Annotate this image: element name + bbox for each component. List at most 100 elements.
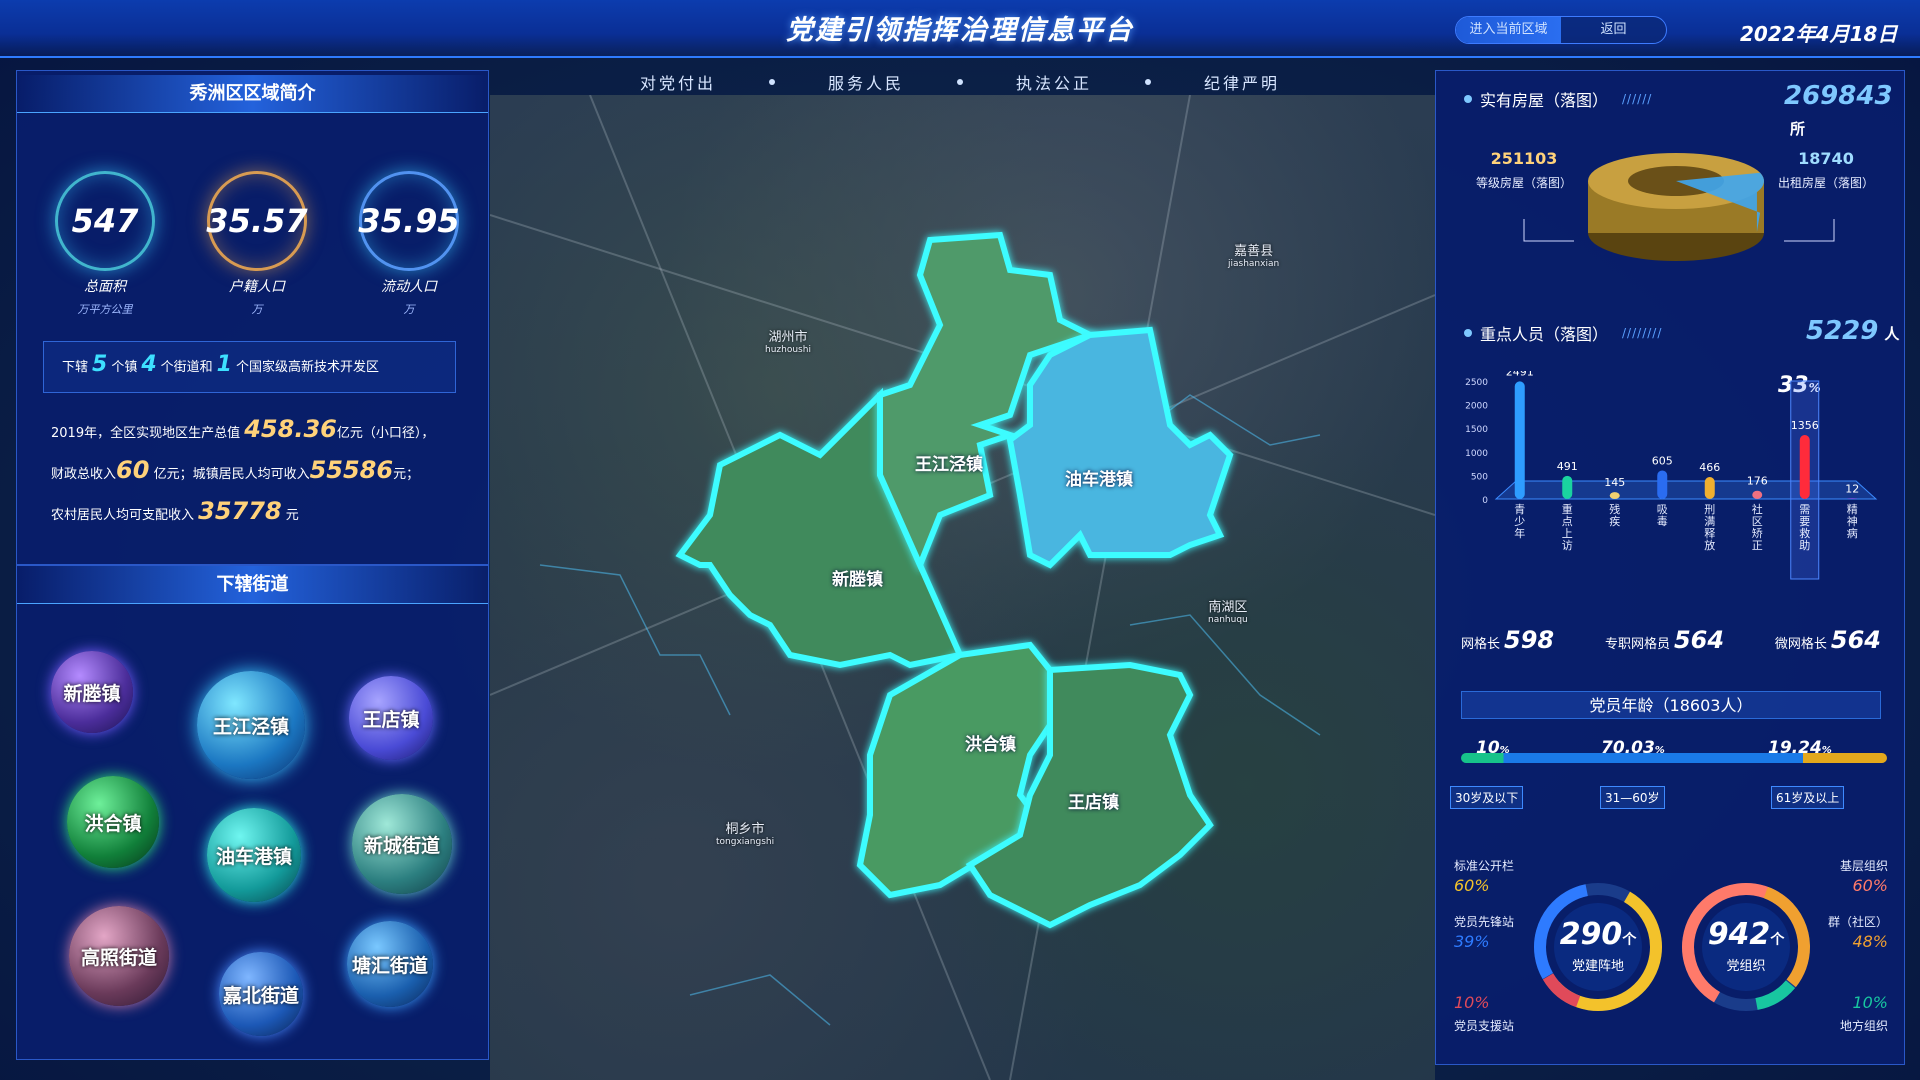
street-tanghui[interactable]: 塘汇街道: [347, 921, 433, 1007]
x-tick-label: 正: [1752, 539, 1763, 552]
grid-leader-stat: 网格长 598: [1461, 626, 1554, 654]
leader-line: [1523, 219, 1574, 242]
floating-ring: 35.95: [358, 171, 460, 271]
bar-5: [1752, 490, 1763, 499]
donut2-pct-1: 60%: [1852, 876, 1888, 895]
area-value: 547: [71, 202, 139, 240]
donut1-number: 290: [1559, 917, 1623, 952]
household-value: 35.57: [206, 202, 308, 240]
x-tick-label: 病: [1847, 526, 1858, 540]
street-jiabei[interactable]: 嘉北街道: [219, 952, 303, 1036]
donut1-pct-3: 10%: [1454, 993, 1490, 1012]
street-youchegang[interactable]: 油车港镇: [207, 808, 301, 902]
slogan-3: 执法公正: [1015, 74, 1092, 93]
bar-value-label: 605: [1652, 454, 1673, 467]
back-button[interactable]: 返回: [1561, 17, 1666, 43]
donut2-number: 942: [1707, 917, 1771, 952]
age-tag-old: 61岁及以上: [1771, 786, 1845, 809]
x-tick-label: 疾: [1609, 514, 1620, 528]
street-wangdian[interactable]: 王店镇: [349, 676, 433, 760]
street-xinteng[interactable]: 新塍镇: [51, 651, 133, 733]
keypeople-unit: 人: [1884, 325, 1900, 343]
keypeople-section-title: 重点人员（落图） ////////: [1464, 321, 1662, 345]
keypeople-title: 重点人员（落图）: [1480, 325, 1609, 344]
slogan-dot: [1144, 79, 1151, 85]
age-distribution-bar: [1461, 753, 1887, 763]
leader-line: [1784, 219, 1835, 242]
revenue-value: 60: [116, 456, 150, 484]
zone-count: 1: [216, 352, 232, 377]
donut1-value: 290个: [1538, 917, 1658, 952]
street-gaozhao[interactable]: 高照街道: [69, 906, 169, 1006]
admin-summary: 下辖 5 个镇 4 个街道和 1 个国家级高新技术开发区: [43, 341, 456, 393]
y-tick-label: 1500: [1465, 425, 1488, 435]
slogan-dot: [956, 79, 963, 85]
housing-total-value: 269843: [1784, 81, 1893, 111]
econ-text: 亿元（小口径），: [336, 426, 435, 441]
housing-unit: 所: [1790, 120, 1806, 138]
micro-grid-label: 微网格长: [1774, 637, 1827, 652]
street-xincheng[interactable]: 新城街道: [352, 794, 452, 894]
rental-housing-value: 18740: [1798, 149, 1854, 168]
bullet-icon: [1464, 329, 1472, 337]
map-label-wangjiangjing[interactable]: 王江泾镇: [915, 450, 983, 475]
bar-value-label: 1356: [1791, 419, 1819, 432]
donut2-unit: 个: [1770, 932, 1785, 948]
floating-label: 流动人口: [381, 279, 437, 295]
street-wangjiangjing[interactable]: 王江泾镇: [197, 671, 305, 779]
x-tick-label: 放: [1704, 538, 1715, 552]
y-tick-label: 0: [1482, 496, 1488, 506]
map-label-honghe[interactable]: 洪合镇: [965, 730, 1016, 755]
age-tag-mid: 31—60岁: [1600, 786, 1665, 809]
slogan-bar: 对党付出 服务人民 执法公正 纪律严明: [640, 70, 1280, 94]
y-tick-label: 2000: [1465, 402, 1488, 412]
summary-text: 个国家级高新技术开发区: [235, 360, 379, 375]
y-tick-label: 1000: [1465, 449, 1488, 459]
slogan-1: 对党付出: [640, 74, 717, 93]
enter-region-button[interactable]: 进入当前区域: [1456, 17, 1561, 43]
place-jiashan: 嘉善县 jiashanxian: [1228, 244, 1280, 269]
economy-text: 2019年，全区实现地区生产总值 458.36亿元（小口径）， 财政总收入60 …: [51, 411, 491, 534]
grid-staff-value: 564: [1673, 626, 1725, 654]
micro-grid-stat: 微网格长 564: [1775, 626, 1881, 654]
x-tick-label: 访: [1562, 539, 1573, 552]
stripes-icon: //////: [1622, 92, 1653, 106]
summary-text: 个镇: [111, 360, 138, 375]
map-label-wangdian[interactable]: 王店镇: [1068, 788, 1119, 813]
age-tag-young: 30岁及以下: [1450, 786, 1524, 809]
keypeople-total: 5229 人: [1806, 316, 1899, 346]
header-date: 2022年4月18日: [1740, 22, 1898, 46]
donut1-pct-1: 60%: [1454, 876, 1490, 895]
summary-text: 下辖: [62, 360, 89, 375]
grid-staff-label: 专职网格员: [1604, 637, 1670, 652]
housing-total: 269843 所: [1784, 81, 1904, 141]
donut2-label: 党组织: [1726, 959, 1766, 974]
housing-section-title: 实有房屋（落图） //////: [1464, 87, 1652, 111]
slogan-4: 纪律严明: [1203, 74, 1280, 93]
town-count: 5: [92, 352, 108, 377]
area-unit: 万平方公里: [77, 303, 133, 316]
bar-value-label: 12: [1845, 482, 1859, 495]
y-tick-label: 2500: [1465, 378, 1488, 388]
donut1-legend-1: 标准公开栏: [1454, 859, 1515, 873]
econ-text: 元: [285, 508, 299, 523]
donut2-legend-1: 基层组织: [1839, 859, 1888, 873]
streets-panel: 下辖街道 新塍镇 王江泾镇 王店镇 洪合镇 油车港镇 新城街道 高照街道 嘉北街…: [16, 565, 489, 1060]
street-honghe[interactable]: 洪合镇: [67, 776, 159, 868]
header-button-group: 进入当前区域 返回: [1455, 16, 1667, 44]
bar-value-label: 2491: [1506, 371, 1534, 378]
district-intro-title: 秀洲区区域简介: [17, 75, 488, 113]
household-unit: 万: [251, 303, 263, 316]
rural-income-value: 35778: [198, 497, 282, 525]
household-ring: 35.57: [206, 171, 308, 271]
age-title: 党员年龄（18603人）: [1461, 691, 1881, 719]
graded-housing-value: 251103: [1490, 149, 1558, 168]
grid-staff-stat: 专职网格员 564: [1605, 626, 1724, 654]
x-tick-label: 重: [1562, 502, 1573, 516]
map-label-xinteng[interactable]: 新塍镇: [832, 565, 883, 590]
gdp-value: 458.36: [244, 415, 337, 443]
map-label-youchegang[interactable]: 油车港镇: [1065, 465, 1133, 490]
slogan-dot: [769, 79, 775, 85]
keypeople-total-value: 5229: [1806, 316, 1879, 346]
econ-text: 财政总收入: [51, 467, 117, 482]
